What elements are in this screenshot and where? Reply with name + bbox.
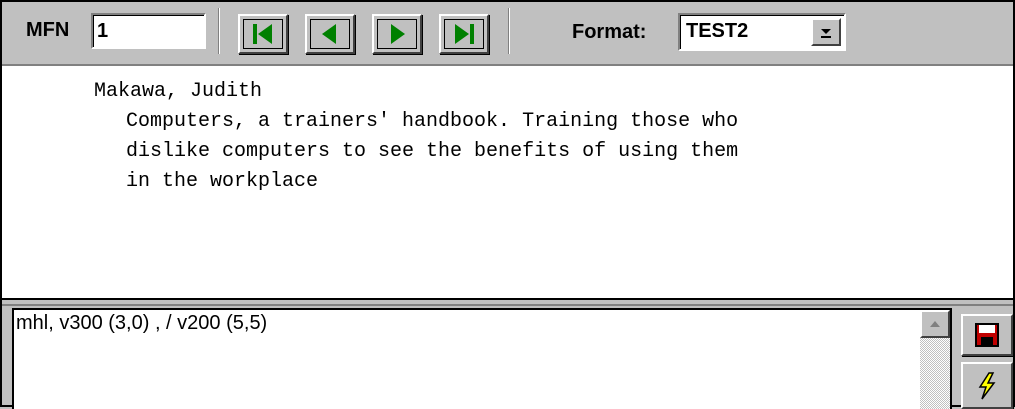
format-value: TEST2 xyxy=(686,20,749,42)
toolbar-separator xyxy=(508,8,510,54)
first-record-button[interactable] xyxy=(238,14,288,54)
display-line-title-2: dislike computers to see the benefits of… xyxy=(126,140,739,163)
last-record-button[interactable] xyxy=(439,14,489,54)
run-format-button[interactable] xyxy=(961,362,1013,409)
previous-record-button[interactable] xyxy=(305,14,355,54)
format-select[interactable]: TEST2 xyxy=(678,13,846,51)
record-display: Makawa, Judith Computers, a trainers' ha… xyxy=(2,66,1013,298)
pane-splitter[interactable] xyxy=(2,298,1013,306)
next-record-button[interactable] xyxy=(372,14,422,54)
mfn-label: MFN xyxy=(26,19,70,41)
toolbar-separator xyxy=(218,8,220,54)
scroll-up-button[interactable] xyxy=(920,310,950,338)
toolbar: MFN 1 Format: TEST2 xyxy=(2,2,1013,66)
mfn-input[interactable] xyxy=(91,13,206,49)
save-format-button[interactable] xyxy=(961,314,1013,356)
app-window: MFN 1 Format: TEST2 Makawa, Judith Compu… xyxy=(0,0,1015,409)
format-editor[interactable]: mhl, v300 (3,0) , / v200 (5,5) xyxy=(12,308,952,409)
format-label: Format: xyxy=(572,21,647,43)
format-dropdown-button[interactable] xyxy=(811,18,841,46)
display-line-author: Makawa, Judith xyxy=(94,80,263,103)
display-line-title-1: Computers, a trainers' handbook. Trainin… xyxy=(126,110,739,133)
editor-scrollbar[interactable] xyxy=(920,310,950,409)
format-editor-text[interactable]: mhl, v300 (3,0) , / v200 (5,5) xyxy=(16,312,920,408)
display-line-title-3: in the workplace xyxy=(126,170,319,193)
